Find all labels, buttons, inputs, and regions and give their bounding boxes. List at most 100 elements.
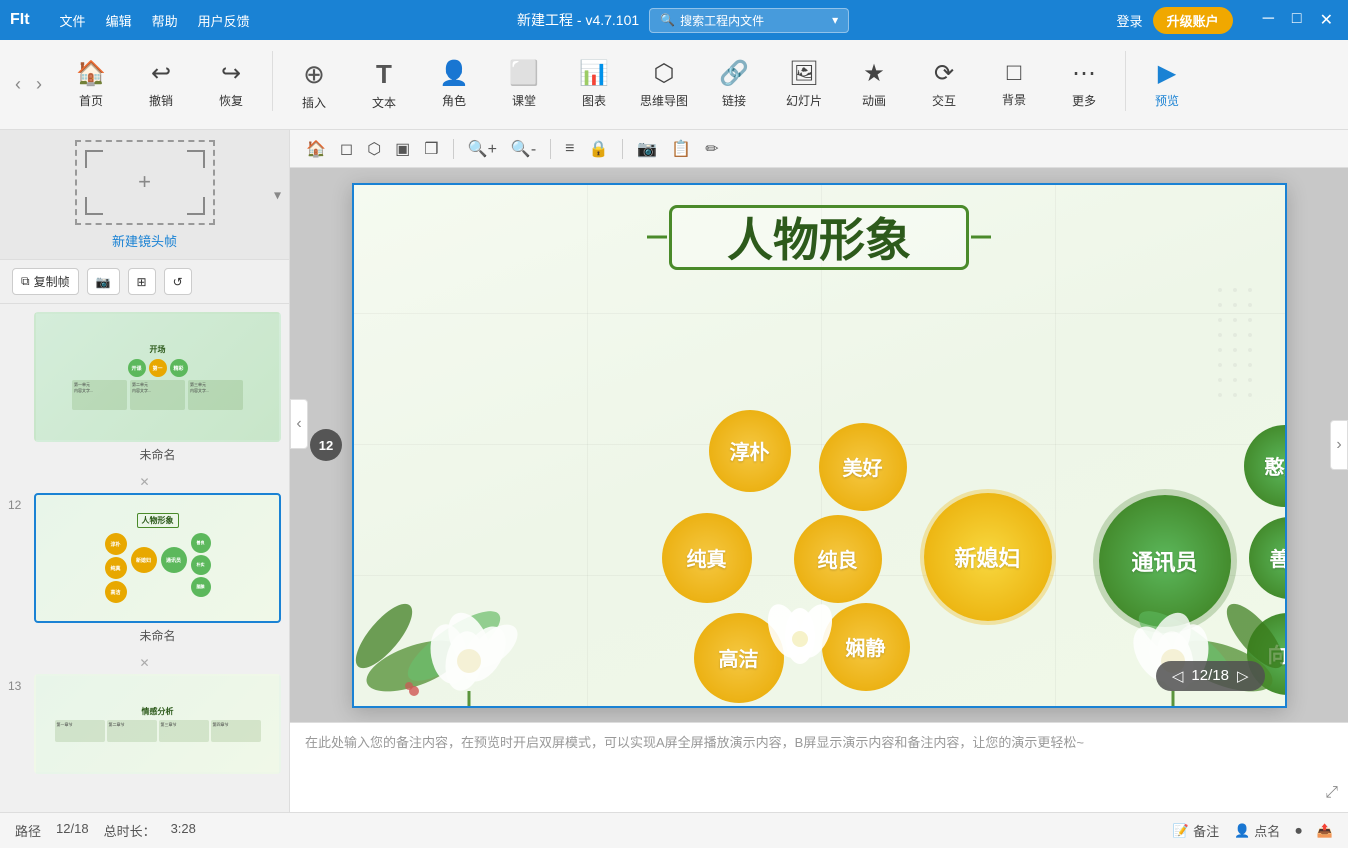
ct-square-icon[interactable]: ◻ <box>336 137 357 161</box>
progress-prev-icon[interactable]: ◁ <box>1172 667 1184 685</box>
slide-canvas[interactable]: 人物形象 <box>352 183 1287 708</box>
titlebar-right: 登录 升级账户 ─ □ ✕ <box>1117 7 1338 34</box>
search-icon: 🔍 <box>660 13 675 27</box>
nav-back-button[interactable]: ‹ <box>10 74 26 95</box>
slide-item-13[interactable]: 情感分析 第一章节 第二章节 第三章节 第四章节 <box>34 674 281 774</box>
new-frame-label[interactable]: 新建镜头帧 <box>112 231 177 250</box>
thumb-row: 第二单元内容文字... <box>130 380 185 410</box>
slide-thumb-12[interactable]: 人物形象 淳朴 纯真 高洁 新媳妇 通讯员 <box>34 493 281 623</box>
screenshot-button[interactable]: 📷 <box>87 268 120 295</box>
sidebar-scroll-arrow[interactable]: ▾ <box>274 186 281 203</box>
toolbar-text[interactable]: T 文本 <box>350 51 418 119</box>
circle-chunpu[interactable]: 淳朴 <box>709 410 791 492</box>
progress-next-icon[interactable]: ▷ <box>1237 667 1249 685</box>
ct-lock-icon[interactable]: 🔒 <box>585 137 613 161</box>
toolbar-interact[interactable]: ⟳ 交互 <box>910 51 978 119</box>
menu-help[interactable]: 帮助 <box>152 11 178 30</box>
toolbar-character[interactable]: 👤 角色 <box>420 51 488 119</box>
close-button[interactable]: ✕ <box>1315 10 1338 30</box>
upgrade-button[interactable]: 升级账户 <box>1153 7 1233 34</box>
slide-item-12[interactable]: 人物形象 淳朴 纯真 高洁 新媳妇 通讯员 <box>34 493 281 644</box>
roll-call-button[interactable]: 👤 点名 <box>1234 821 1280 840</box>
ct-zoom-in-icon[interactable]: 🔍+ <box>464 137 501 161</box>
preview-label: 预览 <box>1155 92 1179 109</box>
thumb-cell: 第四章节 <box>211 720 261 742</box>
maximize-button[interactable]: □ <box>1287 10 1307 30</box>
thumb-circle: 开课 <box>128 359 146 377</box>
ct-edit-icon[interactable]: ✏ <box>701 137 722 161</box>
menu-feedback[interactable]: 用户反馈 <box>198 11 250 30</box>
insert-icon: ⊕ <box>303 59 325 90</box>
search-dropdown-icon[interactable]: ▾ <box>832 13 838 27</box>
notes-button[interactable]: 📝 备注 <box>1173 821 1219 840</box>
login-button[interactable]: 登录 <box>1117 11 1143 30</box>
record-button[interactable]: ⏺ <box>1295 823 1302 839</box>
toolbar-mindmap[interactable]: ⬡ 思维导图 <box>630 51 698 119</box>
ct-camera-icon[interactable]: 📷 <box>633 137 661 161</box>
collapse-sidebar-button[interactable]: ‹ <box>290 399 308 449</box>
toolbar-more[interactable]: ⋯ 更多 <box>1050 51 1118 119</box>
loop-icon: ↺ <box>173 275 183 289</box>
character-icon: 👤 <box>439 59 469 88</box>
toolbar-undo[interactable]: ↩ 撤销 <box>127 51 195 119</box>
new-frame-placeholder[interactable]: + <box>75 140 215 225</box>
toolbar-redo[interactable]: ↪ 恢复 <box>197 51 265 119</box>
toolbar-preview[interactable]: ▶ 预览 <box>1133 51 1201 119</box>
loop-button[interactable]: ↺ <box>164 268 192 295</box>
progress-indicator: ◁ 12/18 ▷ <box>1156 661 1265 691</box>
circle-chunzhen[interactable]: 纯真 <box>662 513 752 603</box>
canvas-wrapper: 12 › 人物形象 <box>290 168 1348 722</box>
toolbar-slideshow[interactable]: 🖼 幻灯片 <box>770 51 838 119</box>
circle-hanhou[interactable]: 憨厚 <box>1244 425 1287 507</box>
record-icon: ⏺ <box>1295 823 1302 839</box>
slide-item-11[interactable]: 开场 开课 第一 精彩 第一单元内容文字... 第二单元内容文字... 第三单元… <box>34 312 281 463</box>
dots-decoration <box>1215 285 1275 410</box>
toolbar-home[interactable]: 🏠 首页 <box>57 51 125 119</box>
toolbar-insert[interactable]: ⊕ 插入 <box>280 51 348 119</box>
ct-grid-icon[interactable]: ▣ <box>391 137 414 161</box>
circle-chunliang[interactable]: 纯良 <box>794 515 882 603</box>
thumb-main-yellow: 新媳妇 <box>131 547 157 573</box>
classroom-icon: ⬜ <box>509 59 539 88</box>
toolbar-animation[interactable]: ★ 动画 <box>840 51 908 119</box>
toolbar-link[interactable]: 🔗 链接 <box>700 51 768 119</box>
chart-label: 图表 <box>582 92 606 109</box>
layout-button[interactable]: ⊞ <box>128 268 156 295</box>
search-bar[interactable]: 🔍 搜索工程内文件 ▾ <box>649 8 849 33</box>
ct-zoom-out-icon[interactable]: 🔍- <box>507 137 540 161</box>
ct-align-icon[interactable]: ≡ <box>561 138 578 160</box>
ct-layers-icon[interactable]: ❒ <box>420 137 442 161</box>
circle-meihao[interactable]: 美好 <box>819 423 907 511</box>
toolbar-classroom[interactable]: ⬜ 课堂 <box>490 51 558 119</box>
roll-call-icon: 👤 <box>1234 823 1250 839</box>
minimize-button[interactable]: ─ <box>1258 10 1279 30</box>
notes-placeholder[interactable]: 在此处输入您的备注内容，在预览时开启双屏模式，可以实现A屏全屏播放演示内容，B屏… <box>305 733 1084 754</box>
content-area: 🏠 ◻ ⬡ ▣ ❒ 🔍+ 🔍- ≡ 🔒 📷 📋 ✏ 12 › <box>290 130 1348 812</box>
slide-thumb-13[interactable]: 情感分析 第一章节 第二章节 第三章节 第四章节 <box>34 674 281 774</box>
notes-expand-icon[interactable]: ⤢ <box>1325 784 1338 802</box>
search-placeholder: 搜索工程内文件 <box>680 12 764 29</box>
menu-file[interactable]: 文件 <box>60 11 86 30</box>
slide-thumb-11[interactable]: 开场 开课 第一 精彩 第一单元内容文字... 第二单元内容文字... 第三单元… <box>34 312 281 442</box>
nav-forward-button[interactable]: › <box>31 74 47 95</box>
toolbar-nav: ‹ › <box>10 74 47 95</box>
circle-xinxifu[interactable]: 新媳妇 <box>924 493 1052 621</box>
toolbar-background[interactable]: □ 背景 <box>980 51 1048 119</box>
toolbar-chart[interactable]: 📊 图表 <box>560 51 628 119</box>
chevron-left-icon: ‹ <box>296 415 301 433</box>
insert-label: 插入 <box>302 94 326 111</box>
ct-home-icon[interactable]: 🏠 <box>302 137 330 161</box>
notes-area: 在此处输入您的备注内容，在预览时开启双屏模式，可以实现A屏全屏播放演示内容，B屏… <box>290 722 1348 812</box>
toolbar-items: 🏠 首页 ↩ 撤销 ↪ 恢复 ⊕ 插入 T 文本 👤 角色 ⬜ 课堂 📊 <box>57 51 1201 119</box>
ct-clipboard-icon[interactable]: 📋 <box>667 137 695 161</box>
flower-svg-left <box>354 506 574 706</box>
slide-separator-2: ✕ <box>8 656 281 670</box>
ct-hex-icon[interactable]: ⬡ <box>363 137 385 161</box>
thumb-circle-y3: 高洁 <box>105 581 127 603</box>
share-button[interactable]: 📤 <box>1317 823 1333 839</box>
menu-edit[interactable]: 编辑 <box>106 11 132 30</box>
notes-label: 备注 <box>1193 821 1219 840</box>
expand-right-panel-button[interactable]: › <box>1330 420 1348 470</box>
frame-corner-tr <box>187 150 205 168</box>
copy-frame-button[interactable]: ⧉ 复制帧 <box>12 268 79 295</box>
